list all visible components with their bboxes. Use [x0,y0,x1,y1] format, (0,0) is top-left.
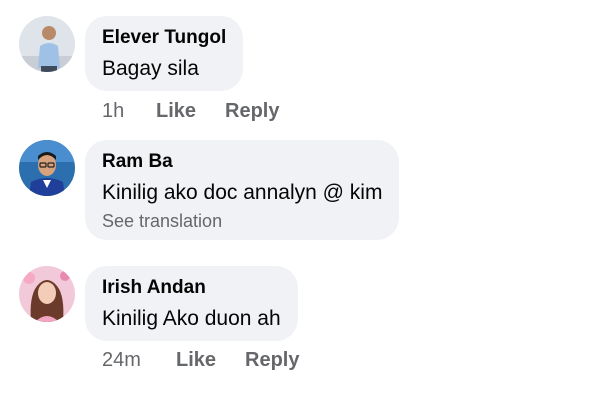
see-translation-link[interactable]: See translation [102,210,382,232]
comment-author[interactable]: Irish Andan [102,276,281,300]
avatar-photo-icon [19,266,75,322]
avatar[interactable] [19,16,75,72]
comment-timestamp[interactable]: 1h [102,99,124,123]
comment-bubble: Irish Andan Kinilig Ako duon ah [85,266,298,341]
comment-text: Kinilig ako doc annalyn @ kim [102,181,383,204]
avatar[interactable] [19,266,75,322]
avatar[interactable] [19,140,75,196]
comment-author[interactable]: Ram Ba [102,150,382,174]
avatar-photo-icon [19,16,75,72]
comment-text: Kinilig Ako duon ah [102,307,281,330]
comment-author[interactable]: Elever Tungol [102,26,226,50]
comment-timestamp[interactable]: 24m [102,348,141,372]
comment-bubble: Elever Tungol Bagay sila [85,16,244,91]
reply-button[interactable]: Reply [245,348,299,372]
like-button[interactable]: Like [156,99,196,123]
avatar-photo-icon [19,140,75,196]
like-button[interactable]: Like [176,348,216,372]
comment-text: Bagay sila [102,57,199,80]
comment-bubble: Ram Ba Kinilig ako doc annalyn @ kim See… [85,140,400,240]
reply-button[interactable]: Reply [225,99,279,123]
